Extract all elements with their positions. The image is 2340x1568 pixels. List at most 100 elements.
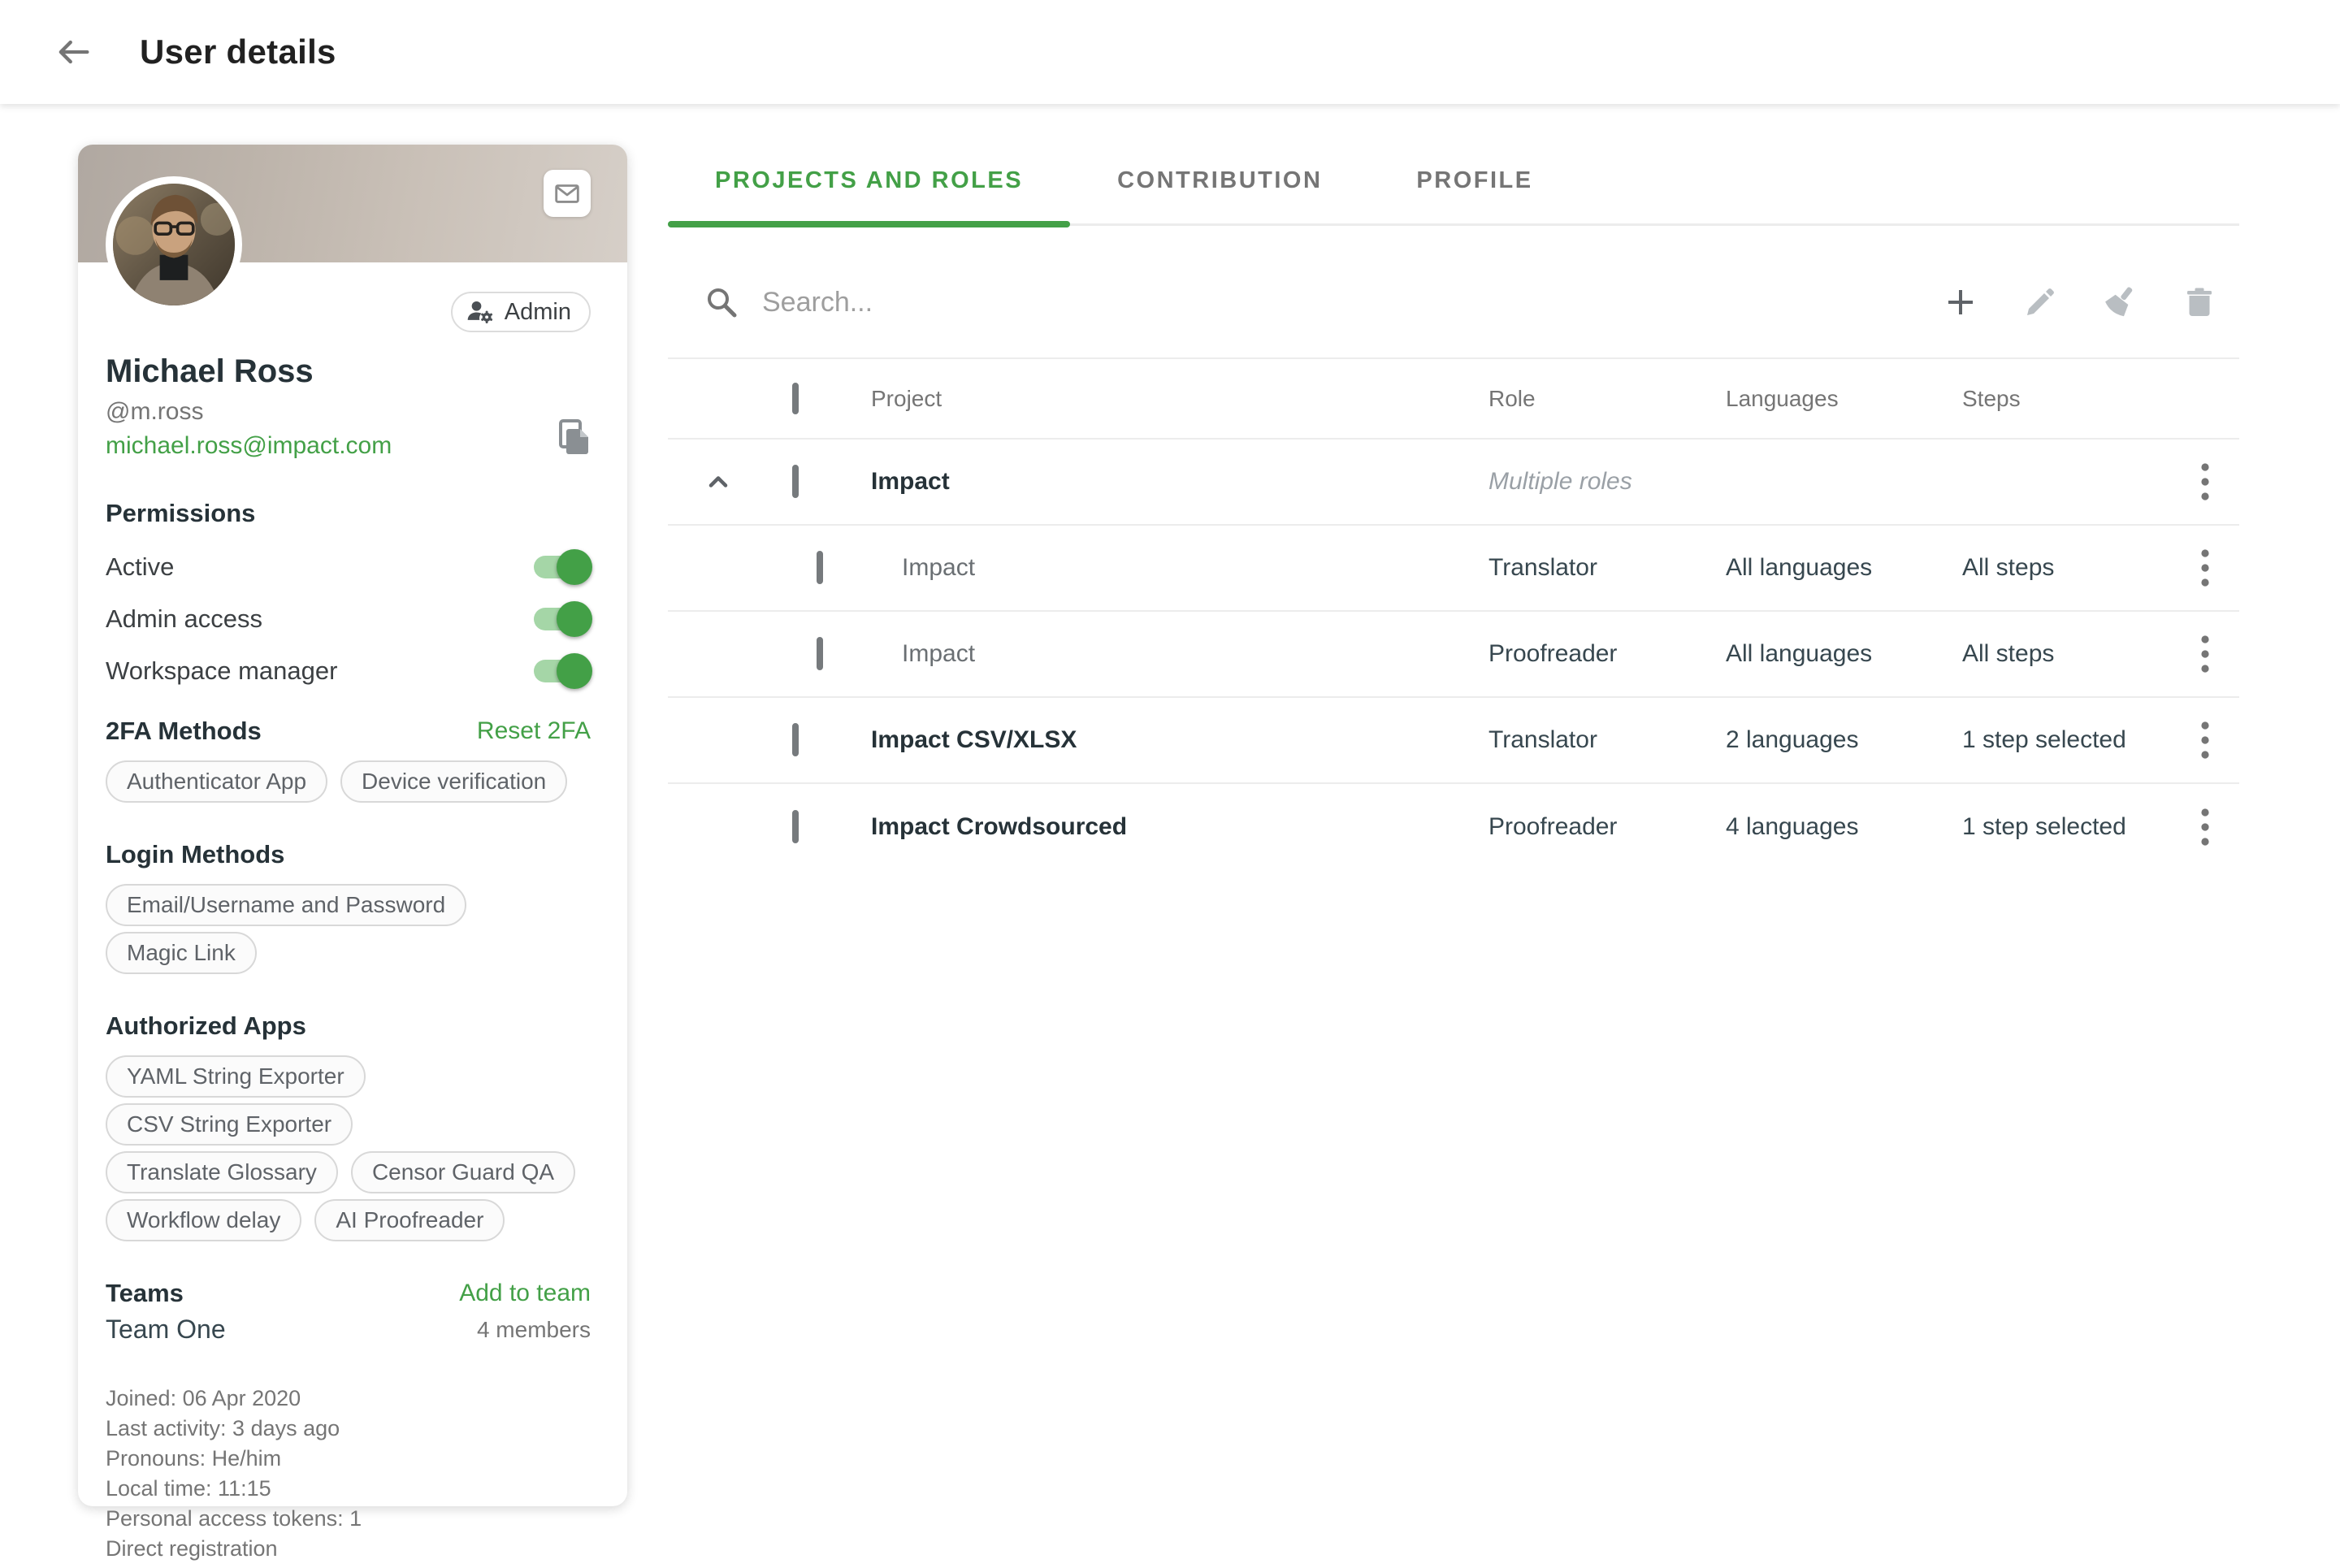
kebab-icon bbox=[2200, 720, 2210, 760]
column-header-steps: Steps bbox=[1962, 386, 2171, 412]
user-name: Michael Ross bbox=[106, 353, 591, 390]
authorized-app-chip: AI Proofreader bbox=[314, 1199, 505, 1241]
toggle-knob bbox=[557, 549, 592, 585]
twofa-method-chip: Authenticator App bbox=[106, 760, 327, 803]
admin-access-toggle[interactable] bbox=[534, 608, 589, 630]
authorized-app-chip: Translate Glossary bbox=[106, 1151, 338, 1193]
project-role: Proofreader bbox=[1488, 640, 1726, 668]
project-name: Impact bbox=[871, 640, 1488, 668]
trash-icon bbox=[2182, 284, 2217, 320]
row-menu-button[interactable] bbox=[2187, 545, 2223, 591]
search-input[interactable] bbox=[760, 286, 1900, 319]
add-to-team-link[interactable]: Add to team bbox=[459, 1280, 591, 1307]
authorized-apps-title: Authorized Apps bbox=[106, 1011, 306, 1041]
broom-icon bbox=[2101, 284, 2138, 321]
back-button[interactable] bbox=[50, 29, 96, 75]
project-role: Proofreader bbox=[1488, 813, 1726, 841]
manage-accounts-icon bbox=[466, 297, 495, 327]
envelope-icon bbox=[552, 178, 583, 209]
pencil-icon bbox=[2022, 284, 2058, 320]
row-checkbox[interactable] bbox=[792, 810, 799, 843]
user-email-link[interactable]: michael.ross@impact.com bbox=[106, 432, 591, 460]
table-row-sub[interactable]: Impact Proofreader All languages All ste… bbox=[668, 612, 2239, 698]
tab-bar: PROJECTS AND ROLES CONTRIBUTION PROFILE bbox=[668, 138, 2239, 226]
search-toolbar bbox=[668, 262, 2239, 343]
user-card: Admin Michael Ross @m.ross michael.ross@… bbox=[78, 145, 627, 1506]
column-header-role: Role bbox=[1488, 386, 1726, 412]
plus-icon bbox=[1943, 284, 1978, 320]
search-icon bbox=[704, 284, 739, 320]
send-email-button[interactable] bbox=[544, 170, 591, 217]
login-method-chip: Magic Link bbox=[106, 932, 257, 974]
copy-icon bbox=[556, 418, 593, 458]
permission-row-active: Active bbox=[106, 541, 591, 593]
kebab-icon bbox=[2200, 461, 2210, 502]
permission-row-admin-access: Admin access bbox=[106, 593, 591, 645]
arrow-left-icon bbox=[52, 31, 94, 73]
project-languages: 4 languages bbox=[1726, 813, 1962, 841]
column-header-project: Project bbox=[871, 386, 1488, 412]
meta-registration: Direct registration bbox=[106, 1534, 591, 1564]
permission-label: Active bbox=[106, 552, 174, 582]
tab-profile[interactable]: PROFILE bbox=[1369, 138, 1580, 223]
row-menu-button[interactable] bbox=[2187, 717, 2223, 763]
table-row[interactable]: Impact CSV/XLSX Translator 2 languages 1… bbox=[668, 698, 2239, 784]
project-languages: All languages bbox=[1726, 640, 1962, 668]
project-steps: 1 step selected bbox=[1962, 726, 2171, 754]
login-method-chip: Email/Username and Password bbox=[106, 884, 466, 926]
column-header-languages: Languages bbox=[1726, 386, 1962, 412]
clean-button[interactable] bbox=[2101, 284, 2138, 321]
row-menu-button[interactable] bbox=[2187, 459, 2223, 505]
project-name: Impact bbox=[871, 554, 1488, 582]
select-all-checkbox[interactable] bbox=[792, 383, 799, 414]
project-role: Translator bbox=[1488, 554, 1726, 582]
tab-contribution[interactable]: CONTRIBUTION bbox=[1070, 138, 1369, 223]
permission-label: Admin access bbox=[106, 604, 262, 634]
page-title: User details bbox=[140, 32, 336, 71]
toggle-knob bbox=[557, 653, 592, 689]
meta-last-activity: Last activity: 3 days ago bbox=[106, 1414, 591, 1444]
delete-button[interactable] bbox=[2181, 284, 2218, 321]
role-badge: Admin bbox=[451, 292, 591, 332]
permission-row-workspace-manager: Workspace manager bbox=[106, 645, 591, 697]
row-menu-button[interactable] bbox=[2187, 804, 2223, 850]
meta-access-tokens: Personal access tokens: 1 bbox=[106, 1504, 591, 1534]
app-header: User details bbox=[0, 0, 2340, 104]
twofa-method-chip: Device verification bbox=[340, 760, 567, 803]
chevron-up-icon bbox=[704, 467, 733, 496]
project-name: Impact Crowdsourced bbox=[871, 813, 1488, 841]
project-name: Impact bbox=[871, 468, 1488, 496]
kebab-icon bbox=[2200, 807, 2210, 847]
project-role: Translator bbox=[1488, 726, 1726, 754]
project-steps: All steps bbox=[1962, 640, 2171, 668]
meta-joined: Joined: 06 Apr 2020 bbox=[106, 1384, 591, 1414]
tab-projects-and-roles[interactable]: PROJECTS AND ROLES bbox=[668, 138, 1070, 223]
row-checkbox[interactable] bbox=[792, 465, 799, 498]
project-role: Multiple roles bbox=[1488, 468, 1726, 496]
authorized-app-chip: CSV String Exporter bbox=[106, 1103, 353, 1146]
authorized-app-chip: Workflow delay bbox=[106, 1199, 301, 1241]
project-steps: 1 step selected bbox=[1962, 813, 2171, 841]
collapse-group-button[interactable] bbox=[700, 464, 736, 500]
project-languages: 2 languages bbox=[1726, 726, 1962, 754]
active-toggle[interactable] bbox=[534, 556, 589, 578]
project-name: Impact CSV/XLSX bbox=[871, 726, 1488, 754]
row-checkbox[interactable] bbox=[817, 551, 823, 584]
team-row[interactable]: Team One 4 members bbox=[106, 1315, 591, 1345]
table-row-sub[interactable]: Impact Translator All languages All step… bbox=[668, 526, 2239, 612]
copy-email-button[interactable] bbox=[556, 418, 593, 458]
permission-label: Workspace manager bbox=[106, 656, 337, 686]
reset-2fa-link[interactable]: Reset 2FA bbox=[477, 717, 591, 745]
add-button[interactable] bbox=[1942, 284, 1979, 321]
permissions-title: Permissions bbox=[106, 499, 255, 528]
table-row[interactable]: Impact Crowdsourced Proofreader 4 langua… bbox=[668, 784, 2239, 870]
edit-button[interactable] bbox=[2022, 284, 2059, 321]
row-menu-button[interactable] bbox=[2187, 631, 2223, 677]
workspace-manager-toggle[interactable] bbox=[534, 660, 589, 682]
projects-table: Project Role Languages Steps Impact Mult… bbox=[668, 357, 2239, 870]
row-checkbox[interactable] bbox=[792, 723, 799, 756]
meta-pronouns: Pronouns: He/him bbox=[106, 1444, 591, 1474]
row-checkbox[interactable] bbox=[817, 637, 823, 670]
table-row-group[interactable]: Impact Multiple roles bbox=[668, 440, 2239, 526]
toggle-knob bbox=[557, 601, 592, 637]
